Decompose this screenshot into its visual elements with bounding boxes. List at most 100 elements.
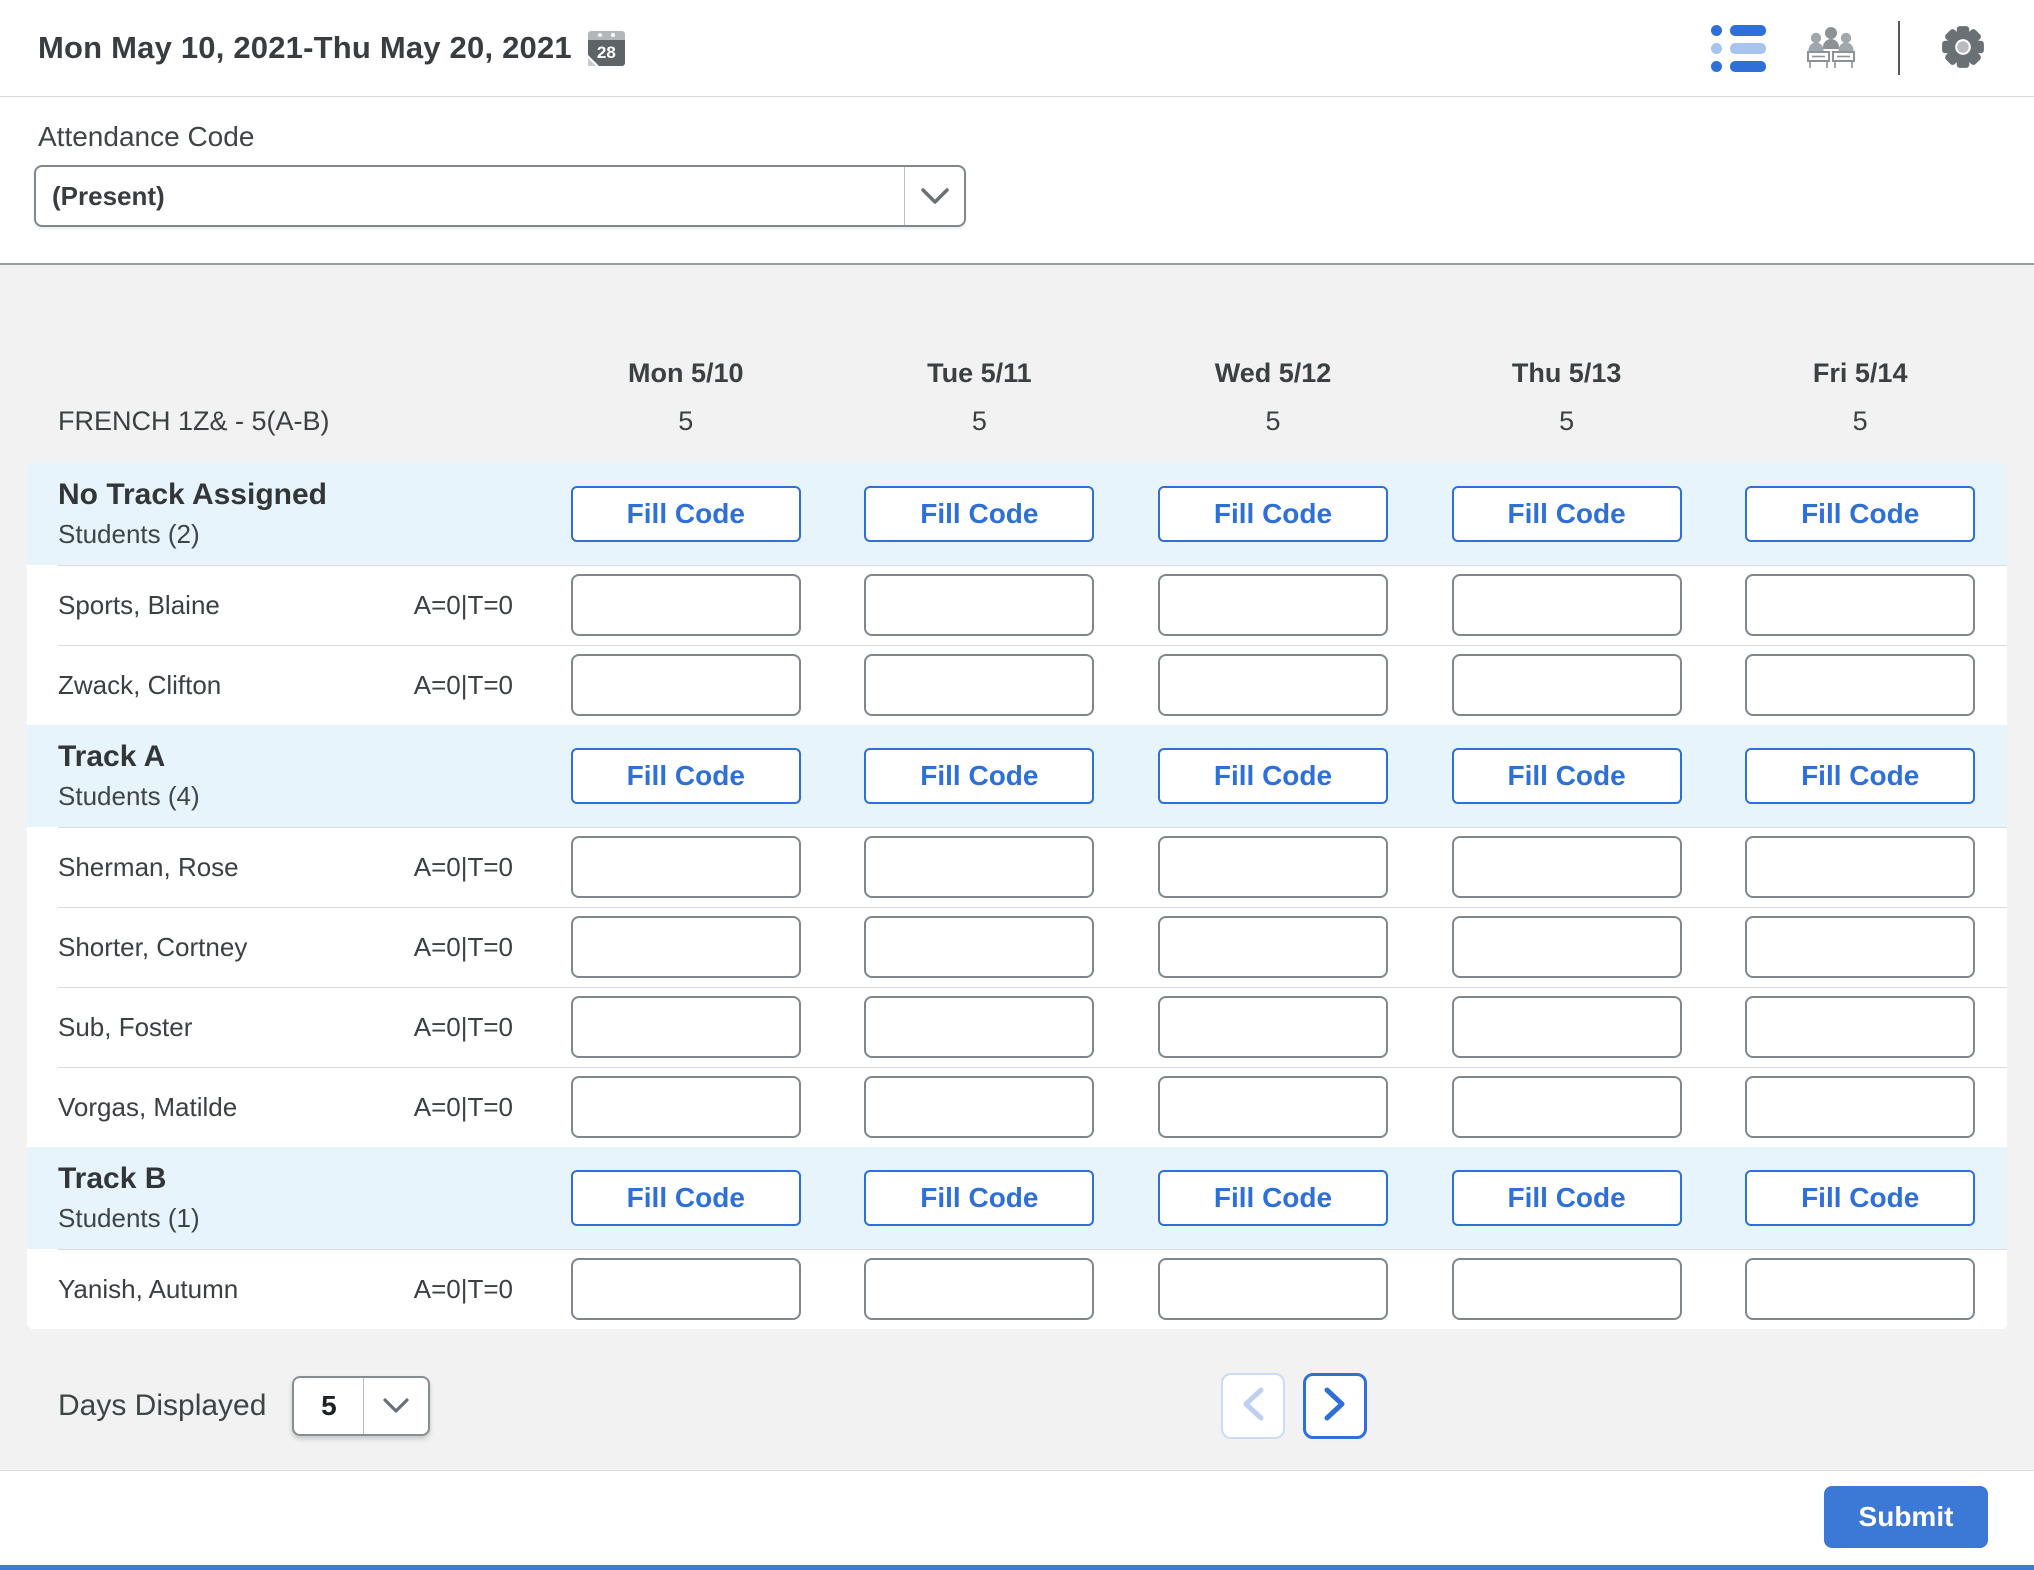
attendance-code-input[interactable] <box>1157 916 1388 978</box>
fill-code-button[interactable]: Fill Code <box>1745 486 1976 542</box>
attendance-code-input[interactable] <box>1745 1258 1976 1320</box>
gear-icon <box>1940 24 1986 73</box>
attendance-code-input[interactable] <box>1157 574 1388 636</box>
attendance-code-input[interactable] <box>1745 574 1976 636</box>
list-view-button[interactable] <box>1707 21 1770 76</box>
attendance-code-input[interactable] <box>1451 1258 1682 1320</box>
student-row: Sub, Foster A=0|T=0 <box>27 987 2007 1067</box>
settings-button[interactable] <box>1936 20 1990 77</box>
attendance-code-input[interactable] <box>570 1258 801 1320</box>
day-header: Tue 5/11 <box>927 357 1032 388</box>
attendance-code-input[interactable] <box>570 836 801 898</box>
fill-code-button[interactable]: Fill Code <box>570 486 801 542</box>
attendance-code-input[interactable] <box>1157 1076 1388 1138</box>
attendance-code-input[interactable] <box>864 654 1095 716</box>
attendance-code-input[interactable] <box>864 1258 1095 1320</box>
attendance-code-input[interactable] <box>1451 836 1682 898</box>
seating-chart-button[interactable] <box>1800 20 1862 77</box>
attendance-code-input[interactable] <box>570 574 801 636</box>
fill-code-button[interactable]: Fill Code <box>1451 1170 1682 1226</box>
day-meeting-count: 5 <box>1265 405 1281 436</box>
chevron-down-icon <box>904 167 964 225</box>
attendance-code-input[interactable] <box>1745 836 1976 898</box>
list-view-icon <box>1711 24 1766 72</box>
chevron-left-icon <box>1242 1387 1264 1426</box>
student-row: Sports, Blaine A=0|T=0 <box>27 565 2007 645</box>
student-row: Shorter, Cortney A=0|T=0 <box>27 907 2007 987</box>
student-stats: A=0|T=0 <box>413 851 513 882</box>
attendance-code-input[interactable] <box>1451 574 1682 636</box>
attendance-code-input[interactable] <box>570 654 801 716</box>
day-header: Fri 5/14 <box>1812 357 1908 388</box>
attendance-code-input[interactable] <box>1157 836 1388 898</box>
student-stats: A=0|T=0 <box>413 589 513 620</box>
day-header: Wed 5/12 <box>1214 357 1332 388</box>
attendance-code-input[interactable] <box>1451 1076 1682 1138</box>
attendance-code-input[interactable] <box>570 996 801 1058</box>
fill-code-button[interactable]: Fill Code <box>864 1170 1095 1226</box>
attendance-code-input[interactable] <box>1745 916 1976 978</box>
calendar-icon[interactable]: 28 <box>587 30 625 66</box>
fill-code-button[interactable]: Fill Code <box>1745 1170 1976 1226</box>
fill-code-button[interactable]: Fill Code <box>1745 748 1976 804</box>
next-page-button[interactable] <box>1303 1373 1367 1439</box>
attendance-code-input[interactable] <box>1157 654 1388 716</box>
fill-code-button[interactable]: Fill Code <box>1451 486 1682 542</box>
day-meeting-count: 5 <box>678 405 694 436</box>
days-displayed-value: 5 <box>294 1378 365 1434</box>
attendance-code-select[interactable]: (Present) <box>34 165 966 227</box>
section-student-count: Students (1) <box>58 1203 200 1233</box>
submit-button[interactable]: Submit <box>1824 1486 1988 1548</box>
fill-code-button[interactable]: Fill Code <box>864 486 1095 542</box>
attendance-code-input[interactable] <box>1451 916 1682 978</box>
student-stats: A=0|T=0 <box>413 1091 513 1122</box>
student-row: Vorgas, Matilde A=0|T=0 <box>27 1067 2007 1147</box>
attendance-code-input[interactable] <box>1745 654 1976 716</box>
attendance-code-input[interactable] <box>1157 1258 1388 1320</box>
top-bar: Mon May 10, 2021-Thu May 20, 2021 28 <box>0 0 2034 97</box>
fill-code-button[interactable]: Fill Code <box>1157 486 1388 542</box>
seating-chart-icon <box>1804 24 1858 73</box>
day-header-row: Mon 5/10 Tue 5/11 Wed 5/12 Thu 5/13 Fri … <box>27 353 2007 393</box>
section-title: No Track Assigned <box>58 478 327 511</box>
section-title: Track B <box>58 1162 167 1195</box>
section-header-no-track: No Track Assigned Students (2) Fill Code… <box>27 463 2007 565</box>
student-row: Zwack, Clifton A=0|T=0 <box>27 645 2007 725</box>
fill-code-button[interactable]: Fill Code <box>570 1170 801 1226</box>
attendance-code-input[interactable] <box>864 996 1095 1058</box>
course-name: FRENCH 1Z& - 5(A-B) <box>58 405 330 436</box>
days-displayed-label: Days Displayed <box>58 1389 267 1422</box>
bottom-accent-bar <box>0 1565 2034 1570</box>
attendance-code-input[interactable] <box>864 916 1095 978</box>
days-displayed-select[interactable]: 5 <box>292 1376 431 1436</box>
fill-code-button[interactable]: Fill Code <box>570 748 801 804</box>
attendance-code-input[interactable] <box>864 574 1095 636</box>
fill-code-button[interactable]: Fill Code <box>1451 748 1682 804</box>
day-header: Thu 5/13 <box>1511 357 1622 388</box>
chevron-down-icon <box>364 1378 428 1434</box>
view-toggle-group <box>1707 20 1990 77</box>
fill-code-button[interactable]: Fill Code <box>864 748 1095 804</box>
attendance-code-input[interactable] <box>1451 654 1682 716</box>
student-name: Vorgas, Matilde <box>58 1091 238 1122</box>
prev-page-button[interactable] <box>1221 1373 1285 1439</box>
attendance-code-input[interactable] <box>1451 996 1682 1058</box>
fill-code-button[interactable]: Fill Code <box>1157 1170 1388 1226</box>
attendance-code-input[interactable] <box>1745 1076 1976 1138</box>
table-controls-row: Days Displayed 5 <box>27 1373 2007 1439</box>
student-row: Yanish, Autumn A=0|T=0 <box>27 1249 2007 1329</box>
calendar-icon-fold <box>587 54 599 66</box>
section-title: Track A <box>58 740 166 773</box>
attendance-code-input[interactable] <box>864 1076 1095 1138</box>
attendance-code-input[interactable] <box>864 836 1095 898</box>
fill-code-button[interactable]: Fill Code <box>1157 748 1388 804</box>
attendance-code-input[interactable] <box>1157 996 1388 1058</box>
attendance-code-input[interactable] <box>570 1076 801 1138</box>
section-student-count: Students (4) <box>58 781 200 811</box>
student-name: Sub, Foster <box>58 1011 193 1042</box>
footer-bar: Submit <box>0 1470 2034 1565</box>
attendance-code-label: Attendance Code <box>38 121 255 152</box>
student-stats: A=0|T=0 <box>413 1011 513 1042</box>
attendance-code-input[interactable] <box>1745 996 1976 1058</box>
attendance-code-input[interactable] <box>570 916 801 978</box>
